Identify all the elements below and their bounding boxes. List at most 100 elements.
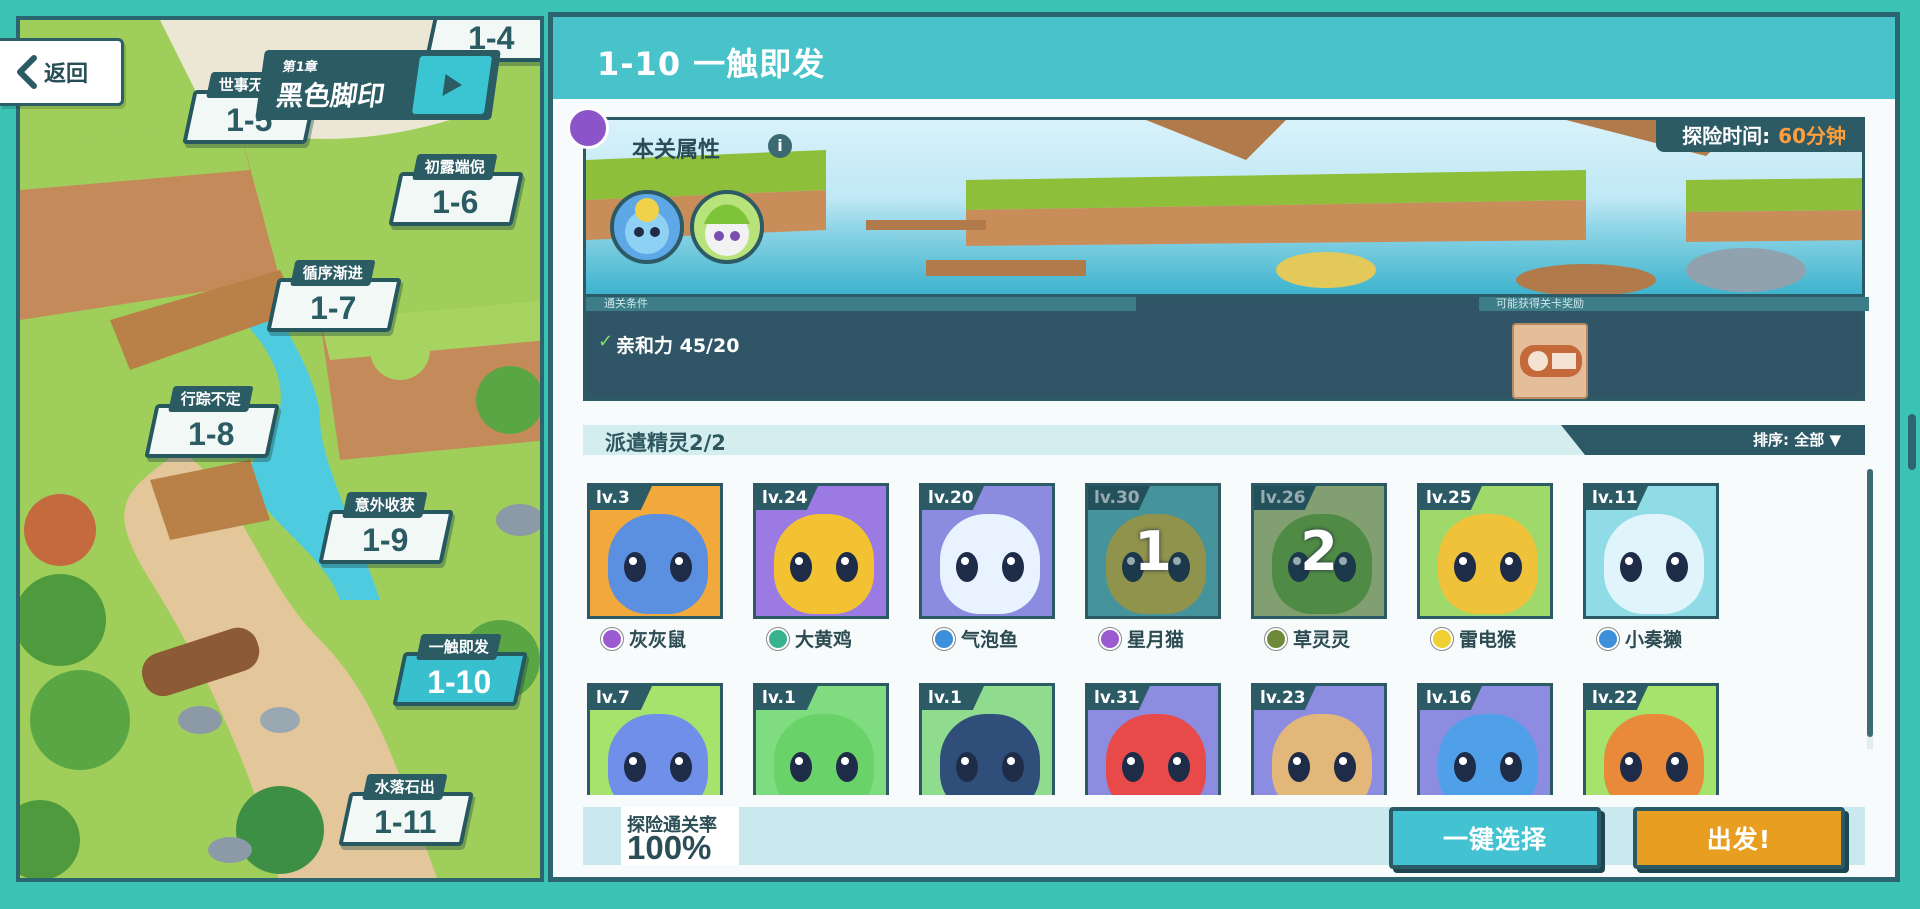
pet-portrait[interactable]: lv.3: [587, 483, 723, 619]
pet-name: 星月猫: [1127, 629, 1185, 651]
pet-name-row: 星月猫: [1099, 625, 1184, 652]
pet-level: lv.11: [1586, 486, 1648, 510]
map-node-number: 1-11: [374, 804, 437, 840]
pet-eye: [1334, 752, 1356, 782]
map-node-number: 1-8: [188, 416, 235, 452]
pet-portrait[interactable]: lv.1: [919, 683, 1055, 795]
pet-portrait[interactable]: lv.31: [1085, 683, 1221, 795]
back-button[interactable]: 返回: [0, 38, 124, 106]
pet-grid[interactable]: lv.3 灰灰鼠 lv.24 大黄鸡 lv.20 气泡鱼 lv.30 1 星月猫 lv.26 2 草灵…: [583, 467, 1865, 795]
dispatch-header: 派遣精灵2/2 排序: 全部 ▼: [583, 425, 1865, 455]
pet-portrait[interactable]: lv.22: [1583, 683, 1719, 795]
pet-level: lv.1: [756, 686, 818, 710]
chapter-play-button[interactable]: [411, 56, 493, 114]
pet-portrait[interactable]: lv.30 1: [1085, 483, 1221, 619]
pet-level: lv.1: [922, 686, 984, 710]
map-node-1-7[interactable]: 循序渐进 1-7: [266, 260, 402, 332]
pet-face-icon: [940, 714, 1040, 795]
pet-eye: [1454, 552, 1476, 582]
stage-banner: 本关属性 i 探险时间: 60分钟: [583, 117, 1865, 297]
back-label: 返回: [44, 62, 89, 87]
pet-card[interactable]: lv.11 小奏獭: [1583, 483, 1723, 651]
pet-face-icon: [1438, 714, 1538, 795]
map-illustration: [20, 20, 540, 878]
check-icon: ✓: [598, 331, 614, 352]
map-node-1-11[interactable]: 水落石出 1-11: [338, 774, 474, 846]
stage-element-badge-grass: [690, 190, 764, 264]
pet-card[interactable]: lv.22: [1583, 683, 1723, 795]
map-node-1-6[interactable]: 初露端倪 1-6: [388, 154, 524, 226]
element-icon: [1265, 627, 1287, 650]
pet-level: lv.3: [590, 486, 652, 510]
chapter-title: 黑色脚印: [274, 81, 387, 112]
pet-name-row: 草灵灵: [1265, 625, 1350, 652]
pet-card[interactable]: lv.20 气泡鱼: [919, 483, 1059, 651]
condition-title-bg: [586, 297, 1136, 311]
stage-panel: 1-10 一触即发 本关属性 i 探险时间: 60分钟 通关条件 可能获得关卡奖…: [548, 12, 1900, 882]
element-icon: [1431, 627, 1453, 650]
explore-time: 探险时间: 60分钟: [1656, 120, 1862, 152]
auto-select-button[interactable]: 一键选择: [1389, 807, 1601, 869]
info-icon[interactable]: i: [768, 134, 792, 158]
pet-portrait[interactable]: lv.7: [587, 683, 723, 795]
pet-eye: [1500, 552, 1522, 582]
panel-header: 1-10 一触即发: [553, 17, 1895, 99]
pet-portrait[interactable]: lv.20: [919, 483, 1055, 619]
element-icon: [601, 627, 623, 650]
pet-name-row: 灰灰鼠: [601, 625, 686, 652]
pet-level: lv.22: [1586, 686, 1648, 710]
pet-eye: [1500, 752, 1522, 782]
sort-dropdown[interactable]: 排序: 全部 ▼: [1561, 425, 1865, 455]
pet-card[interactable]: lv.1: [753, 683, 893, 795]
pet-name-row: 大黄鸡: [767, 625, 852, 652]
reward-item[interactable]: [1512, 323, 1588, 399]
stage-attributes-label: 本关属性: [632, 138, 721, 163]
pet-portrait[interactable]: lv.24: [753, 483, 889, 619]
pet-portrait[interactable]: lv.11: [1583, 483, 1719, 619]
element-icon: [1597, 627, 1619, 650]
reward-ticket-icon: [1520, 345, 1582, 377]
pet-portrait[interactable]: lv.25: [1417, 483, 1553, 619]
clear-rate-value: 100%: [627, 829, 712, 866]
chevron-left-icon: [17, 55, 37, 89]
map-node-name: 行踪不定: [168, 386, 254, 412]
explore-time-label: 探险时间:: [1682, 124, 1771, 148]
scrollbar-thumb[interactable]: [1867, 469, 1873, 737]
chapter-map[interactable]: 1-4 世事无常 1-5 初露端倪 1-6 循序渐进 1-7 行踪不定 1-8 …: [16, 16, 544, 882]
map-node-name: 水落石出: [362, 774, 448, 800]
blue-creature-icon: [625, 198, 669, 254]
pet-card[interactable]: lv.23: [1251, 683, 1391, 795]
pet-card[interactable]: lv.30 1 星月猫: [1085, 483, 1225, 651]
pet-name: 雷电猴: [1459, 629, 1517, 651]
pet-portrait[interactable]: lv.16: [1417, 683, 1553, 795]
pet-eye: [1288, 752, 1310, 782]
condition-title: 通关条件: [604, 297, 648, 310]
map-node-1-9[interactable]: 意外收获 1-9: [318, 492, 454, 564]
map-node-name: 初露端倪: [412, 154, 498, 180]
chapter-header: 第1章 黑色脚印: [255, 50, 501, 120]
pet-card[interactable]: lv.16: [1417, 683, 1557, 795]
pet-name-row: 小奏獭: [1597, 625, 1682, 652]
pet-card[interactable]: lv.24 大黄鸡: [753, 483, 893, 651]
pet-card[interactable]: lv.25 雷电猴: [1417, 483, 1557, 651]
pet-portrait[interactable]: lv.26 2: [1251, 483, 1387, 619]
pet-portrait[interactable]: lv.23: [1251, 683, 1387, 795]
pet-card[interactable]: lv.1: [919, 683, 1059, 795]
dispatch-order-badge: 2: [1254, 486, 1384, 616]
dispatch-order-badge: 1: [1088, 486, 1218, 616]
depart-button[interactable]: 出发!: [1633, 807, 1845, 869]
pet-card[interactable]: lv.7: [587, 683, 727, 795]
stage-title: 1-10 一触即发: [597, 45, 826, 83]
map-node-1-8[interactable]: 行踪不定 1-8: [144, 386, 280, 458]
pet-eye: [836, 552, 858, 582]
pet-eye: [956, 552, 978, 582]
pet-portrait[interactable]: lv.1: [753, 683, 889, 795]
side-handle[interactable]: [1908, 414, 1916, 470]
map-node-number: 1-10: [427, 664, 492, 700]
map-node-1-10[interactable]: 一触即发 1-10: [392, 634, 528, 706]
pet-card[interactable]: lv.31: [1085, 683, 1225, 795]
pet-level: lv.20: [922, 486, 984, 510]
pet-card[interactable]: lv.26 2 草灵灵: [1251, 483, 1391, 651]
pet-eye: [670, 552, 692, 582]
pet-card[interactable]: lv.3 灰灰鼠: [587, 483, 727, 651]
